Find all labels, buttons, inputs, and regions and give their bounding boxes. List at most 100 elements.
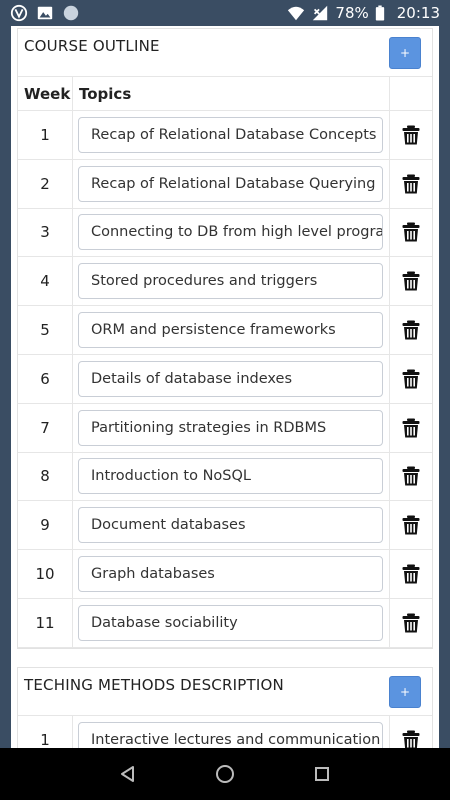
delete-button[interactable] xyxy=(390,355,432,403)
delete-button[interactable] xyxy=(390,160,432,208)
topic-cell: Database sociability xyxy=(73,598,390,647)
trash-icon xyxy=(402,418,420,438)
topic-cell: Recap of Relational Database Querying xyxy=(73,159,390,208)
trash-icon xyxy=(402,125,420,145)
back-icon xyxy=(121,766,135,782)
teaching-methods-header: TECHING METHODS DESCRIPTION + xyxy=(18,668,432,716)
wifi-icon xyxy=(288,6,305,21)
table-row: 9 Document databases xyxy=(18,501,432,551)
topic-input[interactable]: Introduction to NoSQL xyxy=(78,458,383,495)
navigation-bar xyxy=(0,748,450,800)
table-row: 7 Partitioning strategies in RDBMS xyxy=(18,403,432,453)
table-row: 11 Database sociability xyxy=(18,598,432,648)
topic-input[interactable]: Interactive lectures and communication xyxy=(78,721,383,748)
signal-icon xyxy=(313,5,328,21)
trash-icon xyxy=(402,466,420,486)
circle-icon xyxy=(63,5,79,21)
course-outline-card: COURSE OUTLINE + Week Topics 1 Recap of R… xyxy=(17,28,433,649)
trash-icon xyxy=(402,271,420,291)
outline-rows: 1 Recap of Relational Database Concepts 2 R… xyxy=(18,111,432,648)
topic-cell: Stored procedures and triggers xyxy=(73,257,390,306)
home-button[interactable] xyxy=(213,762,237,786)
table-row: 3Connecting to DB from high level progra… xyxy=(18,208,432,258)
topic-cell: Introduction to NoSQL xyxy=(73,452,390,501)
add-topic-button[interactable]: + xyxy=(389,36,421,69)
topic-input[interactable]: Graph databases xyxy=(78,556,383,593)
topic-cell: Details of database indexes xyxy=(73,354,390,403)
actions-column-header xyxy=(390,77,432,110)
delete-button[interactable] xyxy=(390,306,432,354)
table-row: 4 Stored procedures and triggers xyxy=(18,257,432,307)
topic-cell: Partitioning strategies in RDBMS xyxy=(73,403,390,452)
delete-button[interactable] xyxy=(390,501,432,549)
trash-icon xyxy=(402,515,420,535)
delete-button[interactable] xyxy=(390,550,432,598)
delete-button[interactable] xyxy=(390,599,432,647)
week-column-header: Week xyxy=(18,77,73,110)
topic-cell: ORM and persistence frameworks xyxy=(73,306,390,354)
week-number: 9 xyxy=(18,501,73,550)
clock: 20:13 xyxy=(396,4,440,22)
topic-input[interactable]: Recap of Relational Database Querying xyxy=(78,165,383,202)
vpn-icon xyxy=(10,4,28,22)
week-number: 4 xyxy=(18,257,73,306)
trash-icon xyxy=(402,174,420,194)
trash-icon xyxy=(402,564,420,584)
table-row: 6 Details of database indexes xyxy=(18,354,432,404)
topic-cell: Interactive lectures and communication xyxy=(73,716,390,748)
week-number: 3 xyxy=(18,208,73,257)
week-number: 7 xyxy=(18,403,73,452)
methods-rows: 1 Interactive lectures and communication xyxy=(18,716,432,748)
topic-cell: Recap of Relational Database Concepts xyxy=(73,111,390,159)
image-icon xyxy=(37,6,53,20)
delete-button[interactable] xyxy=(390,404,432,452)
table-row: 1 Interactive lectures and communication xyxy=(18,716,432,748)
delete-button[interactable] xyxy=(390,716,432,748)
recents-icon xyxy=(314,767,329,781)
teaching-methods-title: TECHING METHODS DESCRIPTION xyxy=(24,675,284,694)
course-outline-header: COURSE OUTLINE + xyxy=(18,29,432,77)
trash-icon xyxy=(402,730,420,748)
table-header: Week Topics xyxy=(18,77,432,111)
add-method-button[interactable]: + xyxy=(389,675,421,708)
home-icon xyxy=(215,765,234,783)
page: COURSE OUTLINE + Week Topics 1 Recap of R… xyxy=(0,26,450,748)
trash-icon xyxy=(402,369,420,389)
week-number: 1 xyxy=(18,111,73,159)
topic-input[interactable]: Database sociability xyxy=(78,604,383,641)
topic-input[interactable]: Connecting to DB from high level program… xyxy=(78,214,383,251)
content-sheet: COURSE OUTLINE + Week Topics 1 Recap of R… xyxy=(11,26,439,748)
delete-button[interactable] xyxy=(390,209,432,257)
week-number: 1 xyxy=(18,716,73,748)
battery-icon xyxy=(375,5,384,21)
status-bar: 78% 20:13 xyxy=(0,0,450,26)
topic-input[interactable]: Stored procedures and triggers xyxy=(78,263,383,300)
table-row: 10 Graph databases xyxy=(18,550,432,599)
topics-column-header: Topics xyxy=(73,77,390,110)
topic-input[interactable]: Recap of Relational Database Concepts xyxy=(78,116,383,153)
week-number: 8 xyxy=(18,452,73,501)
table-row: 5 ORM and persistence frameworks xyxy=(18,306,432,355)
delete-button[interactable] xyxy=(390,453,432,501)
week-number: 6 xyxy=(18,354,73,403)
week-number: 2 xyxy=(18,159,73,208)
back-button[interactable] xyxy=(116,762,140,786)
table-row: 2 Recap of Relational Database Querying xyxy=(18,159,432,209)
delete-button[interactable] xyxy=(390,111,432,159)
topic-cell: Document databases xyxy=(73,501,390,550)
delete-button[interactable] xyxy=(390,257,432,305)
week-number: 11 xyxy=(18,598,73,647)
week-number: 5 xyxy=(18,306,73,354)
topic-cell: Graph databases xyxy=(73,550,390,598)
trash-icon xyxy=(402,222,420,242)
table-row: 1 Recap of Relational Database Concepts xyxy=(18,111,432,160)
topic-input[interactable]: Partitioning strategies in RDBMS xyxy=(78,409,383,446)
topic-input[interactable]: Details of database indexes xyxy=(78,360,383,397)
week-number: 10 xyxy=(18,550,73,598)
topic-cell: Connecting to DB from high level program… xyxy=(73,208,390,257)
battery-percent: 78% xyxy=(335,4,369,22)
topic-input[interactable]: Document databases xyxy=(78,507,383,544)
topic-input[interactable]: ORM and persistence frameworks xyxy=(78,312,383,349)
recents-button[interactable] xyxy=(310,762,334,786)
teaching-methods-card: TECHING METHODS DESCRIPTION + 1 Interacti… xyxy=(17,667,433,748)
